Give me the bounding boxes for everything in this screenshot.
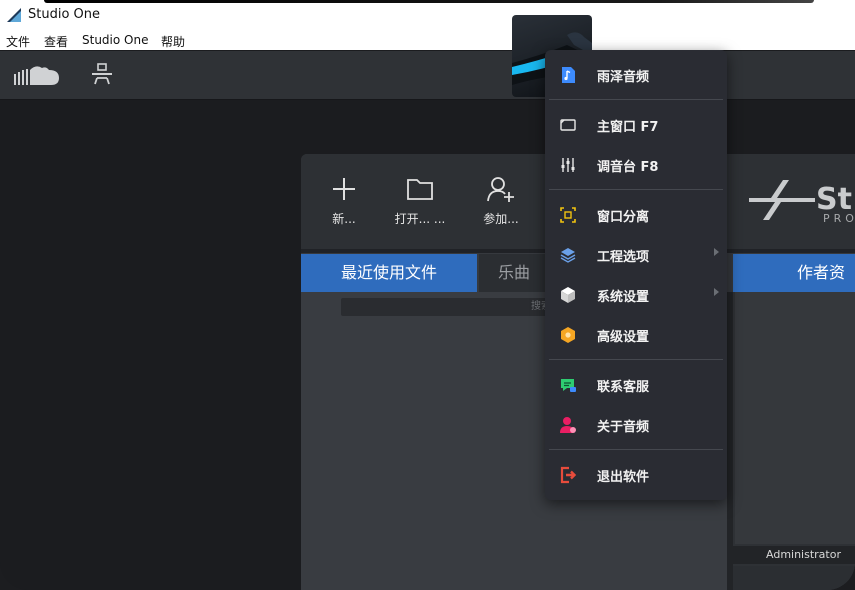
- menu-item-detach-window-label: 窗口分离: [597, 210, 650, 225]
- tab-author-profile[interactable]: 作者资料: [733, 254, 855, 320]
- menu-separator: [549, 99, 723, 100]
- submenu-arrow-icon: [714, 288, 719, 296]
- submenu-arrow-icon: [714, 248, 719, 256]
- audio-file-icon: [562, 67, 575, 83]
- app-window: Studio One 文件 查看 Studio One 帮助 新... 打开..…: [0, 0, 855, 590]
- title-bar: Studio One: [0, 0, 855, 30]
- context-menu: 雨泽音频 主窗口 F7 调音台 F8 窗口分离 工程选项 系统设置 高级设置 联…: [545, 50, 727, 500]
- menu-item-audio-label: 雨泽音频: [597, 70, 650, 85]
- menu-item-contact-support-label: 联系客服: [597, 380, 650, 395]
- menu-item-advanced-settings[interactable]: 高级设置: [545, 317, 727, 353]
- menu-view[interactable]: 查看: [44, 33, 68, 50]
- hexagon-settings-icon: [561, 327, 575, 343]
- brand-subtext: PRO: [823, 212, 855, 225]
- detach-icon: [560, 207, 576, 223]
- join-label: 参加...: [483, 212, 519, 226]
- menu-file[interactable]: 文件: [6, 33, 30, 50]
- studio-one-brand-logo: [749, 180, 815, 220]
- tab-recent-files[interactable]: 最近使用文件: [301, 254, 477, 292]
- menu-item-contact-support[interactable]: 联系客服: [545, 367, 727, 403]
- menu-item-detach-window[interactable]: 窗口分离: [545, 197, 727, 233]
- menu-studio-one[interactable]: Studio One: [82, 33, 148, 47]
- join-button[interactable]: 参加...: [471, 176, 531, 227]
- chat-support-icon: [561, 379, 576, 392]
- menu-item-main-window-label: 主窗口 F7: [597, 120, 659, 135]
- title-bar-edge: [44, 0, 814, 3]
- folder-icon: [407, 179, 433, 200]
- cloud-icon[interactable]: [14, 64, 60, 86]
- menu-item-system-settings[interactable]: 系统设置: [545, 277, 727, 313]
- window-title: Studio One: [28, 7, 101, 22]
- plus-icon: [333, 178, 355, 200]
- author-username: Administrator: [733, 546, 855, 564]
- menu-item-advanced-settings-label: 高级设置: [597, 330, 650, 345]
- new-button[interactable]: 新...: [314, 176, 374, 227]
- author-panel-footer: [733, 566, 855, 590]
- exit-icon: [560, 466, 577, 484]
- network-unplugged-icon[interactable]: [90, 62, 114, 86]
- open-button[interactable]: 打开... ...: [390, 176, 450, 227]
- menu-item-mixer[interactable]: 调音台 F8: [545, 147, 727, 183]
- search-input[interactable]: 搜索: [341, 298, 567, 316]
- cube-icon: [561, 287, 575, 303]
- menu-item-audio[interactable]: 雨泽音频: [545, 57, 727, 93]
- menu-separator: [549, 189, 723, 190]
- menu-help[interactable]: 帮助: [161, 33, 185, 50]
- menu-item-project-options-label: 工程选项: [597, 250, 650, 265]
- window-icon: [560, 119, 576, 131]
- author-avatar-area: [735, 292, 855, 544]
- tab-songs[interactable]: 乐曲: [479, 254, 549, 292]
- menu-item-exit-label: 退出软件: [597, 470, 650, 485]
- menu-item-mixer-label: 调音台 F8: [597, 160, 659, 175]
- open-label: 打开... ...: [394, 212, 446, 226]
- layers-icon: [560, 248, 576, 263]
- menu-item-about-audio[interactable]: 关于音频: [545, 407, 727, 443]
- menu-item-system-settings-label: 系统设置: [597, 290, 650, 305]
- new-label: 新...: [332, 212, 356, 226]
- menu-item-about-audio-label: 关于音频: [597, 420, 650, 435]
- mixer-icon: [561, 158, 575, 172]
- studio-one-logo-icon: [7, 8, 21, 22]
- menu-bar: 文件 查看 Studio One 帮助: [0, 30, 855, 50]
- menu-item-exit[interactable]: 退出软件: [545, 457, 727, 493]
- user-info-icon: [560, 417, 576, 433]
- add-user-icon: [487, 177, 514, 202]
- menu-separator: [549, 449, 723, 450]
- menu-item-project-options[interactable]: 工程选项: [545, 237, 727, 273]
- menu-item-main-window[interactable]: 主窗口 F7: [545, 107, 727, 143]
- menu-separator: [549, 359, 723, 360]
